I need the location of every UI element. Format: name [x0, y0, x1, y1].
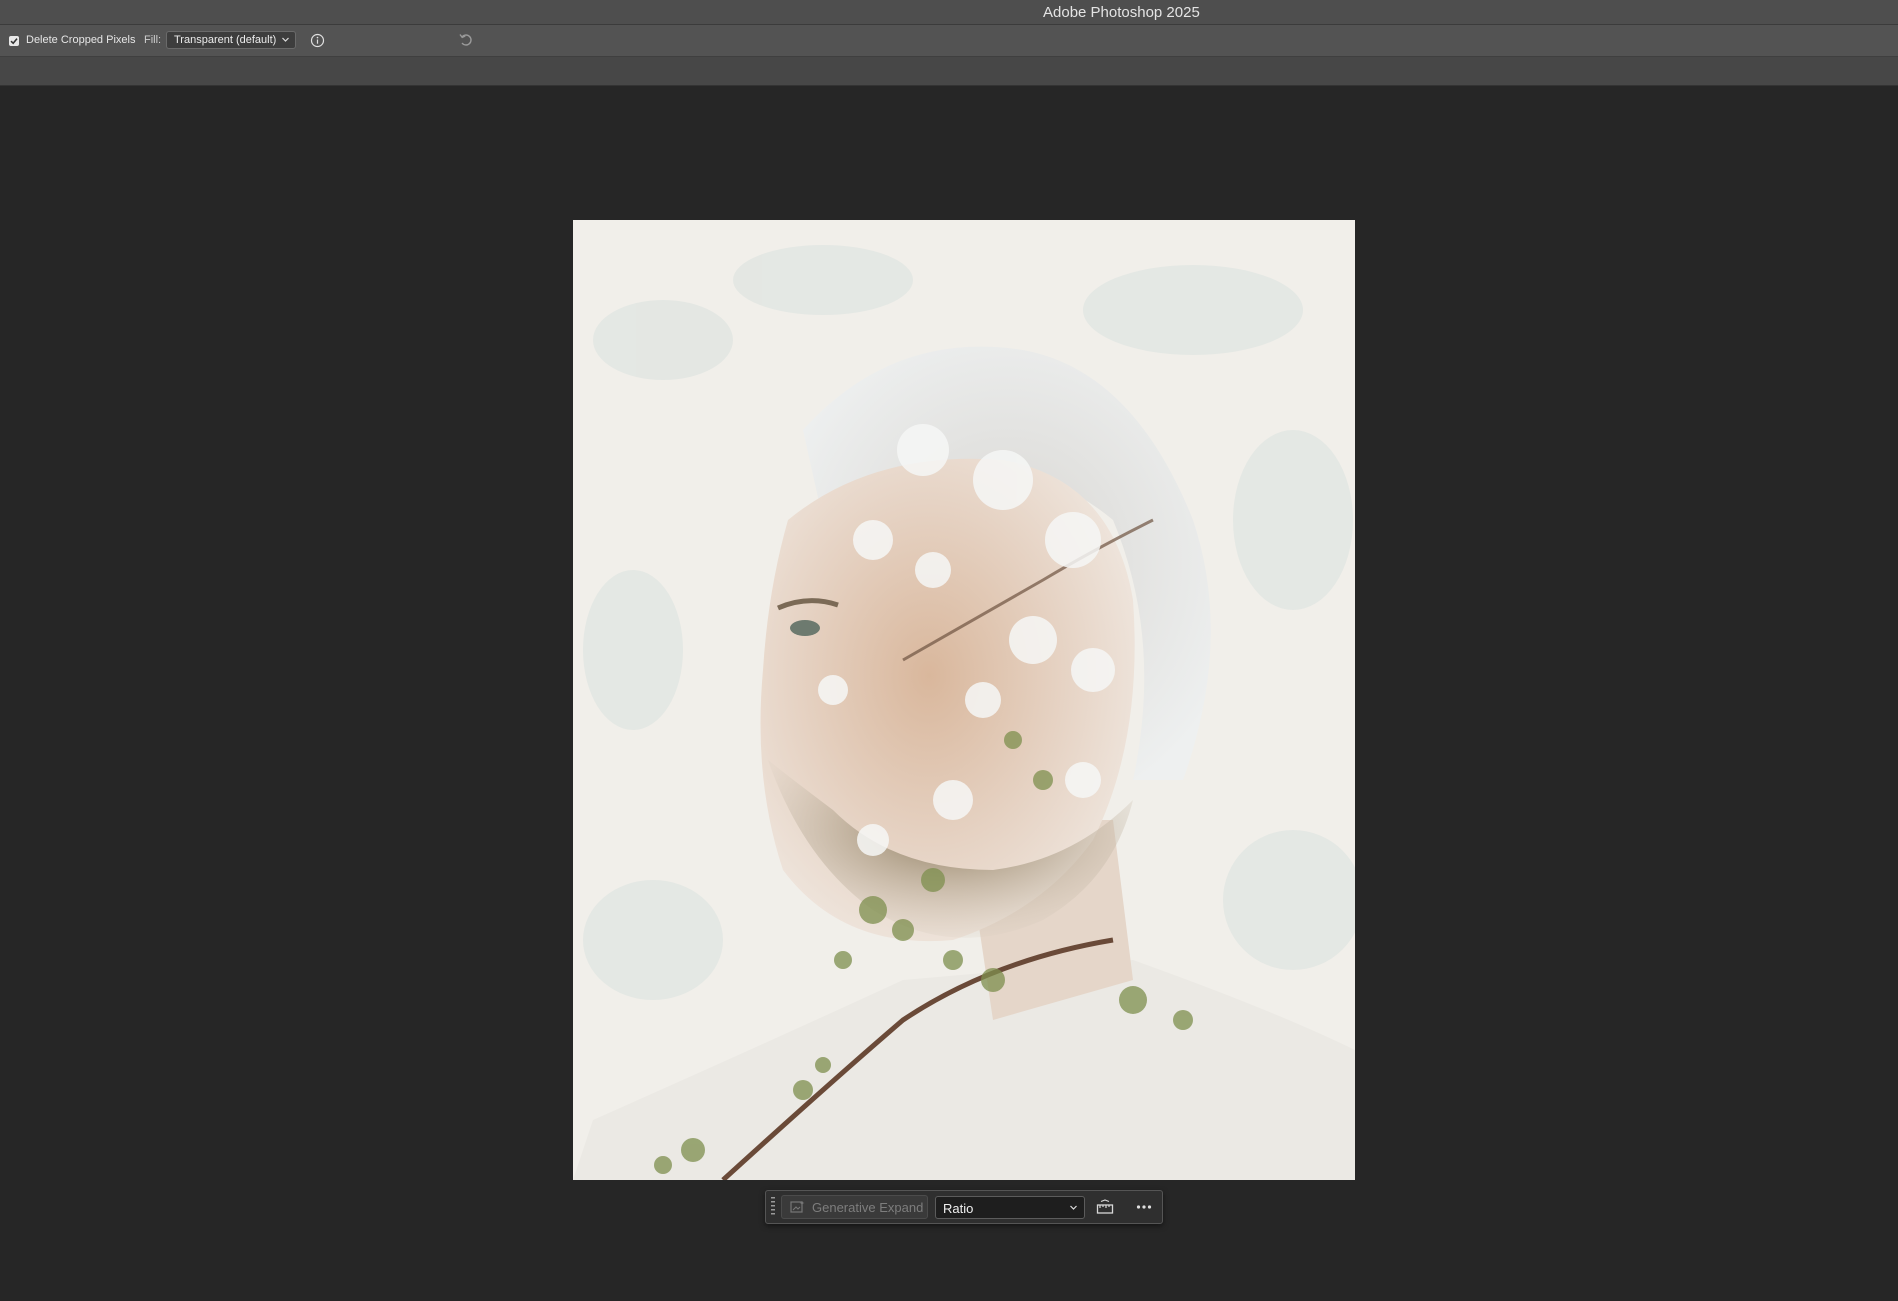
delete-cropped-pixels-label[interactable]: Delete Cropped Pixels — [26, 34, 135, 46]
reset-icon[interactable] — [457, 31, 475, 49]
fill-dropdown[interactable]: Transparent (default) — [166, 31, 296, 49]
generative-expand-label: Generative Expand — [812, 1200, 924, 1215]
generative-expand-button[interactable]: Generative Expand — [781, 1195, 928, 1219]
document-tab-bar — [0, 57, 1898, 86]
options-bar: Delete Cropped Pixels Fill: Transparent … — [0, 25, 1898, 57]
chevron-down-icon — [1070, 1205, 1077, 1210]
straighten-icon[interactable] — [1096, 1199, 1114, 1215]
delete-cropped-pixels-checkbox[interactable] — [9, 36, 19, 46]
ratio-dropdown[interactable]: Ratio — [935, 1196, 1085, 1219]
info-icon[interactable] — [310, 33, 325, 48]
ratio-dropdown-value: Ratio — [943, 1201, 974, 1216]
contextual-task-bar: Generative Expand Ratio — [765, 1190, 1163, 1224]
app-title: Adobe Photoshop 2025 — [1043, 4, 1200, 21]
double-exposure-portrait-image — [573, 220, 1355, 1180]
fill-dropdown-value: Transparent (default) — [174, 34, 277, 46]
checkmark-icon — [10, 38, 18, 45]
grip-icon[interactable] — [770, 1196, 776, 1218]
title-bar: Adobe Photoshop 2025 — [0, 0, 1898, 25]
fill-label: Fill: — [144, 34, 162, 46]
more-options-icon[interactable] — [1135, 1199, 1153, 1215]
document-canvas-image[interactable] — [573, 220, 1355, 1180]
chevron-down-icon — [282, 37, 289, 42]
generative-expand-icon — [790, 1201, 805, 1213]
